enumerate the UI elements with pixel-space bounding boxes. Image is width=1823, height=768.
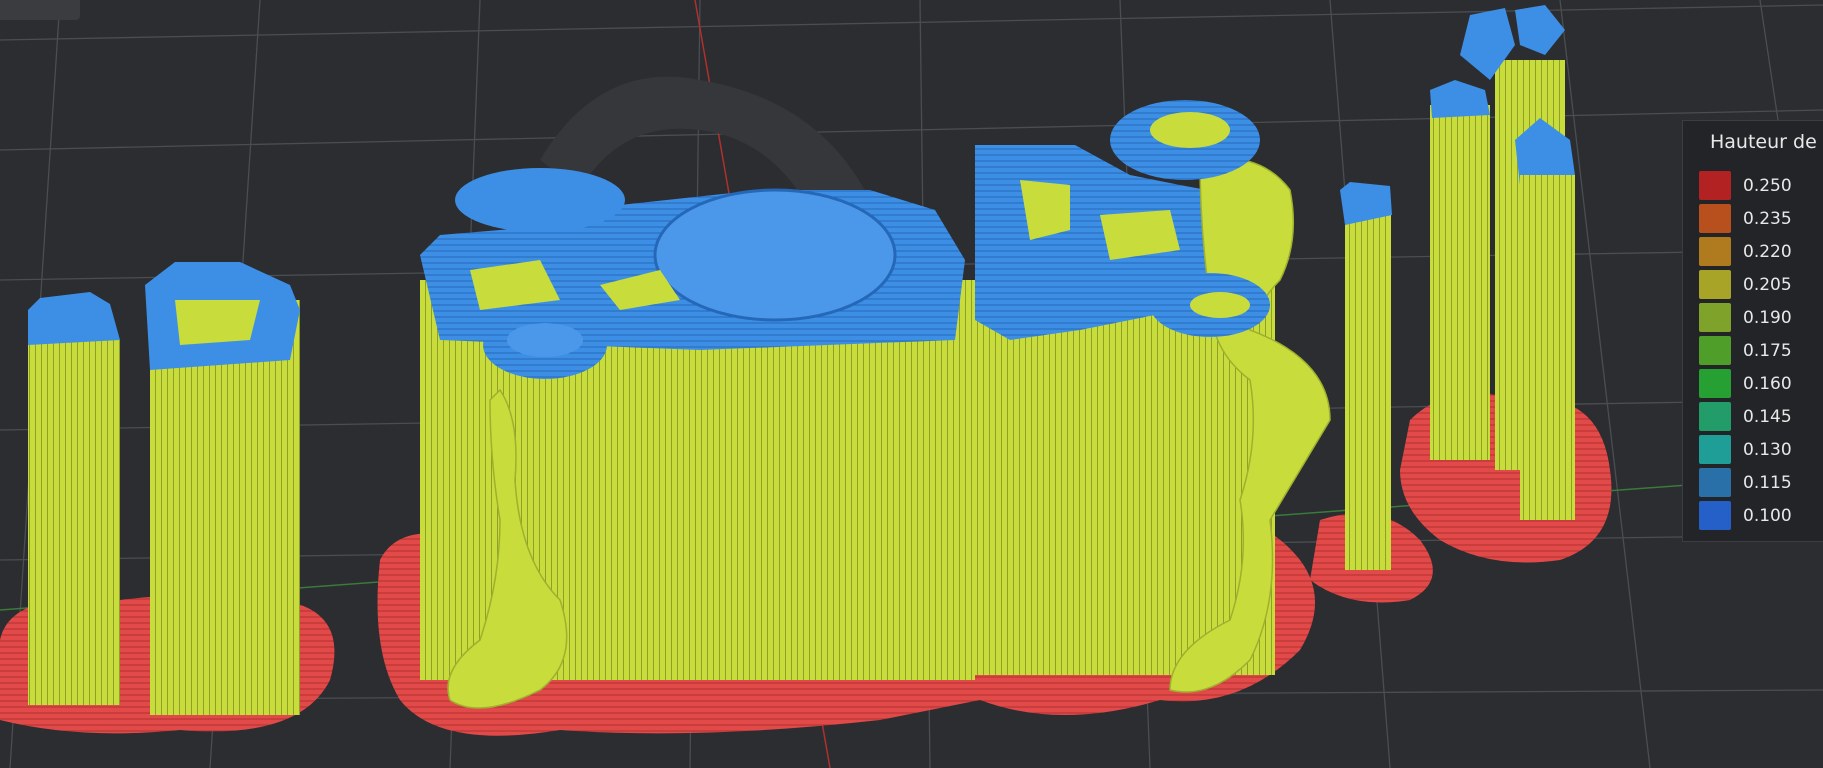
3d-viewport[interactable] bbox=[0, 0, 1823, 768]
legend-item: 0.190 bbox=[1699, 301, 1792, 334]
legend-value: 0.190 bbox=[1743, 307, 1792, 328]
legend-swatch bbox=[1699, 435, 1731, 464]
legend-swatch bbox=[1699, 501, 1731, 530]
legend-item: 0.100 bbox=[1699, 499, 1792, 532]
print-preview-canvas[interactable] bbox=[0, 0, 1823, 768]
legend-value: 0.130 bbox=[1743, 439, 1792, 460]
legend-items: 0.250 0.235 0.220 0.205 0.190 0.175 0.160 0.145… bbox=[1699, 169, 1792, 532]
legend-value: 0.235 bbox=[1743, 208, 1792, 229]
legend-item: 0.115 bbox=[1699, 466, 1792, 499]
legend-swatch bbox=[1699, 237, 1731, 266]
model-tall-pillars bbox=[1430, 5, 1575, 520]
legend-item: 0.160 bbox=[1699, 367, 1792, 400]
legend-swatch bbox=[1699, 303, 1731, 332]
legend-item: 0.130 bbox=[1699, 433, 1792, 466]
legend-item: 0.145 bbox=[1699, 400, 1792, 433]
legend-value: 0.160 bbox=[1743, 373, 1792, 394]
legend-value: 0.250 bbox=[1743, 175, 1792, 196]
legend-swatch bbox=[1699, 204, 1731, 233]
legend-value: 0.115 bbox=[1743, 472, 1792, 493]
legend-swatch bbox=[1699, 402, 1731, 431]
legend-item: 0.250 bbox=[1699, 169, 1792, 202]
legend-value: 0.100 bbox=[1743, 505, 1792, 526]
legend-swatch bbox=[1699, 468, 1731, 497]
legend-value: 0.220 bbox=[1743, 241, 1792, 262]
legend-value: 0.205 bbox=[1743, 274, 1792, 295]
model-pillar-group-left bbox=[28, 262, 300, 715]
legend-value: 0.175 bbox=[1743, 340, 1792, 361]
legend-item: 0.205 bbox=[1699, 268, 1792, 301]
toolbar-corner bbox=[0, 0, 80, 20]
legend-item: 0.175 bbox=[1699, 334, 1792, 367]
legend-swatch bbox=[1699, 369, 1731, 398]
legend-swatch bbox=[1699, 336, 1731, 365]
layer-height-legend: Hauteur de c 0.250 0.235 0.220 0.205 0.190 0.… bbox=[1682, 120, 1823, 542]
legend-value: 0.145 bbox=[1743, 406, 1792, 427]
legend-swatch bbox=[1699, 171, 1731, 200]
model-thin-pillar bbox=[1340, 182, 1392, 570]
legend-title: Hauteur de c bbox=[1710, 131, 1823, 153]
legend-item: 0.235 bbox=[1699, 202, 1792, 235]
legend-item: 0.220 bbox=[1699, 235, 1792, 268]
legend-swatch bbox=[1699, 270, 1731, 299]
